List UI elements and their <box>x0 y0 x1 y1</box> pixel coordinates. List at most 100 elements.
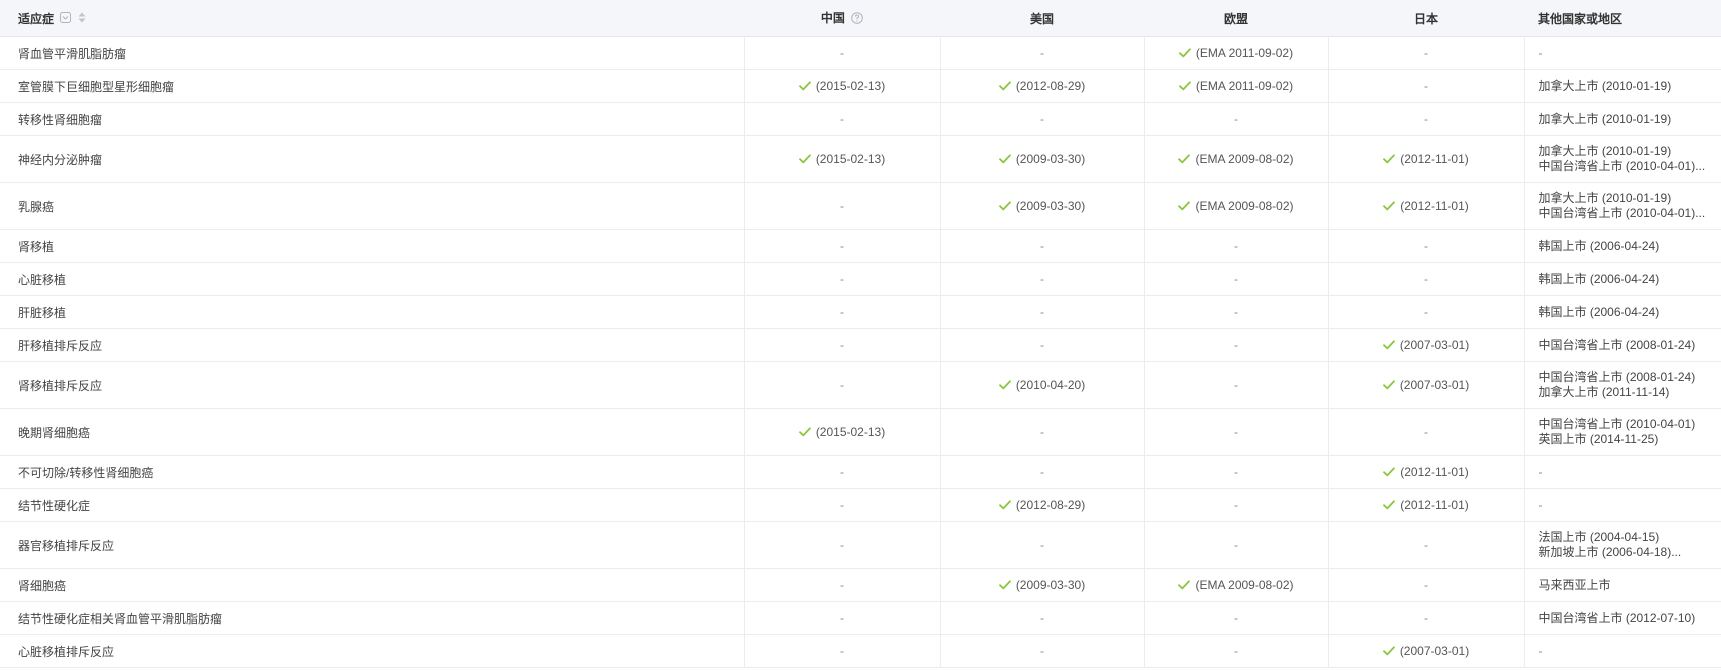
header-indication: 适应症 <box>0 0 744 37</box>
japan-cell: (2007-03-01) <box>1327 361 1524 409</box>
indication-cell: 转移性肾细胞瘤 <box>0 102 744 136</box>
china-cell: - <box>743 521 940 569</box>
approval-value: (2012-11-01) <box>1383 497 1469 512</box>
empty-value: - <box>1040 239 1044 253</box>
china-cell: - <box>743 295 940 329</box>
japan-cell: - <box>1327 521 1524 569</box>
empty-value: - <box>840 538 844 552</box>
indication-cell: 心脏移植排斥反应 <box>0 634 744 668</box>
empty-value: - <box>840 46 844 60</box>
other-regions-cell: 中国台湾省上市 (2008-01-24) <box>1523 328 1721 362</box>
eu-cell: - <box>1143 229 1328 263</box>
help-circle-icon[interactable] <box>851 11 863 27</box>
empty-value: - <box>840 272 844 286</box>
empty-value: - <box>840 378 844 392</box>
china-cell: - <box>743 229 940 263</box>
checkmark-icon <box>1383 466 1396 477</box>
japan-cell: - <box>1327 408 1524 456</box>
header-china: 中国 <box>744 0 940 37</box>
other-region-entry: 加拿大上市 (2010-01-19) <box>1538 191 1672 205</box>
china-cell: - <box>743 634 940 668</box>
china-cell: (2015-02-13) <box>743 408 940 456</box>
empty-value: - <box>1234 644 1238 658</box>
china-cell: - <box>743 328 940 362</box>
checkmark-icon <box>998 153 1011 164</box>
japan-cell: (2007-03-01) <box>1327 634 1524 668</box>
usa-cell: (2012-08-29) <box>939 69 1144 103</box>
header-other-label: 其他国家或地区 <box>1538 11 1623 26</box>
other-region-entry: 韩国上市 (2006-04-24) <box>1538 238 1660 253</box>
approval-date: (2007-03-01) <box>1399 337 1470 352</box>
other-region-entry: - <box>1538 497 1543 512</box>
other-regions-cell: 加拿大上市 (2010-01-19) 中国台湾省上市 (2010-04-01)..… <box>1523 135 1721 183</box>
other-regions-cell: 马来西亚上市 <box>1523 568 1721 602</box>
header-eu: 欧盟 <box>1144 0 1328 37</box>
eu-cell: - <box>1143 361 1328 409</box>
checkmark-icon <box>798 153 811 164</box>
empty-value: - <box>1040 465 1044 479</box>
eu-cell: (EMA 2011-09-02) <box>1143 69 1328 103</box>
japan-cell: - <box>1327 69 1524 103</box>
approval-date: (2009-03-30) <box>1015 151 1086 166</box>
indication-cell: 晚期肾细胞癌 <box>0 408 744 456</box>
approval-value: (2012-08-29) <box>998 498 1085 512</box>
approval-value: (2009-03-30) <box>998 198 1086 213</box>
other-region-entry: 新加坡上市 (2006-04-18)... <box>1538 545 1682 559</box>
empty-value: - <box>840 578 844 592</box>
table-row: 结节性硬化症 - (2012-08-29) - (2012-11-01) - <box>0 488 1721 522</box>
empty-value: - <box>840 338 844 352</box>
table-row: 神经内分泌肿瘤 (2015-02-13) (2009-03-30) (EMA 2009… <box>0 135 1721 183</box>
checkmark-icon <box>1382 645 1395 656</box>
approval-value: (2012-11-01) <box>1383 199 1469 213</box>
other-region-entry: 加拿大上市 (2010-01-19) <box>1538 78 1672 93</box>
empty-value: - <box>1040 112 1044 126</box>
approval-date: (2015-02-13) <box>815 151 886 166</box>
checkmark-icon <box>998 379 1011 390</box>
table-row: 乳腺癌 - (2009-03-30) (EMA 2009-08-02) (2012-11… <box>0 182 1721 230</box>
other-region-entry: - <box>1538 464 1543 479</box>
empty-value: - <box>840 112 844 126</box>
checkmark-icon <box>1383 153 1396 164</box>
checkmark-icon <box>1179 47 1191 58</box>
eu-cell: - <box>1143 295 1328 329</box>
approval-value: (2015-02-13) <box>798 79 885 93</box>
indication-cell: 神经内分泌肿瘤 <box>0 135 744 183</box>
indication-cell: 肾移植 <box>0 229 744 263</box>
approval-date: (2009-03-30) <box>1015 198 1086 213</box>
checkmark-icon <box>998 80 1011 91</box>
eu-cell: - <box>1143 408 1328 456</box>
china-cell: - <box>743 36 940 70</box>
china-cell: - <box>743 102 940 136</box>
approval-value: (EMA 2011-09-02) <box>1179 79 1293 93</box>
empty-value: - <box>1424 46 1428 60</box>
usa-cell: - <box>939 262 1144 296</box>
other-regions-cell: 韩国上市 (2006-04-24) <box>1523 229 1721 263</box>
empty-value: - <box>840 644 844 658</box>
indication-cell: 结节性硬化症 <box>0 488 744 522</box>
empty-value: - <box>1234 425 1238 439</box>
empty-value: - <box>840 239 844 253</box>
empty-value: - <box>1234 112 1238 126</box>
approval-date: (2012-11-01) <box>1400 497 1469 512</box>
japan-cell: (2012-11-01) <box>1327 455 1524 489</box>
indication-cell: 不可切除/转移性肾细胞癌 <box>0 455 744 489</box>
sort-icon[interactable] <box>78 12 86 26</box>
filter-icon[interactable] <box>60 12 72 26</box>
table-row: 肾血管平滑肌脂肪瘤 - - (EMA 2011-09-02) - - <box>0 36 1721 70</box>
approval-date: (EMA 2009-08-02) <box>1195 198 1294 213</box>
approval-value: (2015-02-13) <box>798 425 885 439</box>
header-usa-label: 美国 <box>1029 11 1054 26</box>
empty-value: - <box>1040 46 1044 60</box>
usa-cell: (2009-03-30) <box>939 135 1144 183</box>
usa-cell: - <box>939 521 1144 569</box>
empty-value: - <box>1424 538 1428 552</box>
usa-cell: - <box>939 634 1144 668</box>
other-region-entry: 韩国上市 (2006-04-24) <box>1538 271 1660 286</box>
table-header-row: 适应症 中国 美国 欧盟 日本 其他国家或地区 <box>0 0 1721 37</box>
empty-value: - <box>1234 305 1238 319</box>
approval-value: (2012-11-01) <box>1383 152 1469 166</box>
checkmark-icon <box>1179 80 1191 91</box>
header-other: 其他国家或地区 <box>1524 0 1721 37</box>
japan-cell: (2012-11-01) <box>1327 182 1524 230</box>
indication-cell: 肾细胞癌 <box>0 568 744 602</box>
